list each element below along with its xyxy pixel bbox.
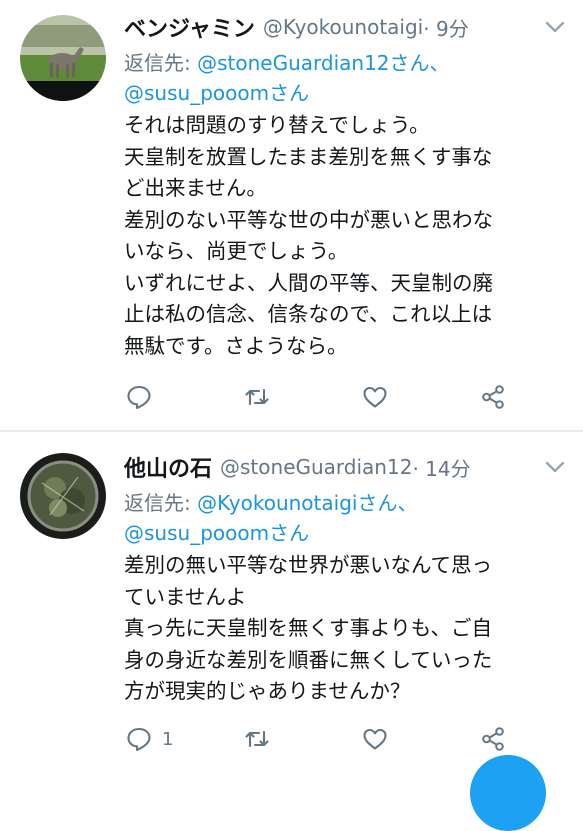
tweet-actions: 1 xyxy=(124,724,524,754)
tweet-2[interactable]: 他山の石 @stoneGuardian12 · 14分 返信先: @Kyokou… xyxy=(0,432,583,771)
tweet-text: それは問題のすり替えでしょう。 天皇制を放置したまま差別を無くす事な ど出来ませ… xyxy=(124,110,567,362)
avatar-tazan-no-ishi[interactable] xyxy=(20,453,106,539)
tweet-text-line: 真っ先に天皇制を無くす事よりも、ご自 xyxy=(124,616,492,640)
tweet-text-line: いずれにせよ、人間の平等、天皇制の廃 xyxy=(124,270,493,295)
like-icon xyxy=(363,386,387,408)
display-name[interactable]: 他山の石 xyxy=(124,451,212,483)
tweet-1[interactable]: ベンジャミン @Kyokounotaigi · 9分 返信先: @stoneGu… xyxy=(0,0,583,430)
share-icon xyxy=(482,727,504,751)
compose-tweet-button[interactable] xyxy=(470,755,546,831)
tweet-text-line: 天皇制を放置したまま差別を無くす事な xyxy=(124,144,493,169)
mention-link[interactable]: @susu_pooomさん xyxy=(124,81,309,105)
chevron-down-icon[interactable] xyxy=(543,16,567,38)
tweet-text: 差別の無い平等な世界が悪いなんて思っ ていませんよ 真っ先に天皇制を無くす事より… xyxy=(124,550,567,708)
like-button[interactable] xyxy=(362,382,388,412)
reply-prefix: 返信先: xyxy=(124,51,198,75)
reply-to: 返信先: @stoneGuardian12さん、 @susu_pooomさん xyxy=(124,48,567,108)
user-handle[interactable]: @Kyokounotaigi xyxy=(263,15,423,39)
user-handle[interactable]: @stoneGuardian12 xyxy=(220,455,412,479)
like-icon xyxy=(363,728,387,750)
reply-to: 返信先: @Kyokounotaigiさん、 @susu_pooomさん xyxy=(124,488,567,548)
reply-button[interactable] xyxy=(126,382,162,412)
tweet-actions xyxy=(124,382,524,412)
timestamp: · 14分 xyxy=(412,456,471,481)
reply-icon xyxy=(127,727,151,752)
reply-button[interactable]: 1 xyxy=(126,724,173,754)
share-button[interactable] xyxy=(480,724,506,754)
tweet-text-line: いなら、尚更でしょう。 xyxy=(124,239,349,263)
tweet-content: ベンジャミン @Kyokounotaigi · 9分 返信先: @stoneGu… xyxy=(124,10,567,362)
share-button[interactable] xyxy=(480,382,506,412)
tweet-text-line: 差別のない平等な世の中が悪いと思わな xyxy=(124,207,493,232)
tweet-text-line: それは問題のすり替えでしょう。 xyxy=(124,113,430,137)
tweet-text-line: ど出来ません。 xyxy=(124,176,267,200)
retweet-button[interactable] xyxy=(244,724,270,754)
tweet-header: 他山の石 @stoneGuardian12 · 14分 xyxy=(124,450,567,484)
avatar-benjamin[interactable] xyxy=(20,15,106,101)
reply-count: 1 xyxy=(162,728,174,750)
reply-prefix: 返信先: xyxy=(124,491,198,515)
reply-icon xyxy=(127,385,151,410)
tweet-text-line: ていませんよ xyxy=(124,584,247,609)
timestamp: · 9分 xyxy=(423,16,469,41)
mention-link[interactable]: @stoneGuardian12さん、 xyxy=(197,51,449,75)
tweet-text-line: 無駄です。さようなら。 xyxy=(124,333,348,358)
tweet-text-line: 差別の無い平等な世界が悪いなんて思っ xyxy=(124,553,492,577)
like-button[interactable] xyxy=(362,724,388,754)
tweet-header: ベンジャミン @Kyokounotaigi · 9分 xyxy=(124,10,567,44)
display-name[interactable]: ベンジャミン xyxy=(124,11,255,43)
retweet-button[interactable] xyxy=(244,382,270,412)
tweet-content: 他山の石 @stoneGuardian12 · 14分 返信先: @Kyokou… xyxy=(124,450,567,708)
tweet-text-line: 止は私の信念、信条なので、これ以上は xyxy=(124,302,493,326)
share-icon xyxy=(482,385,504,409)
retweet-icon xyxy=(245,388,269,406)
tweet-text-line: 身の身近な差別を順番に無くしていった xyxy=(124,647,493,672)
retweet-icon xyxy=(245,730,269,748)
mention-link[interactable]: @Kyokounotaigiさん、 xyxy=(197,491,417,515)
tweet-text-line: 方が現実的じゃありませんか？ xyxy=(124,679,411,703)
chevron-down-icon[interactable] xyxy=(543,456,567,478)
mention-link[interactable]: @susu_pooomさん xyxy=(124,521,309,545)
